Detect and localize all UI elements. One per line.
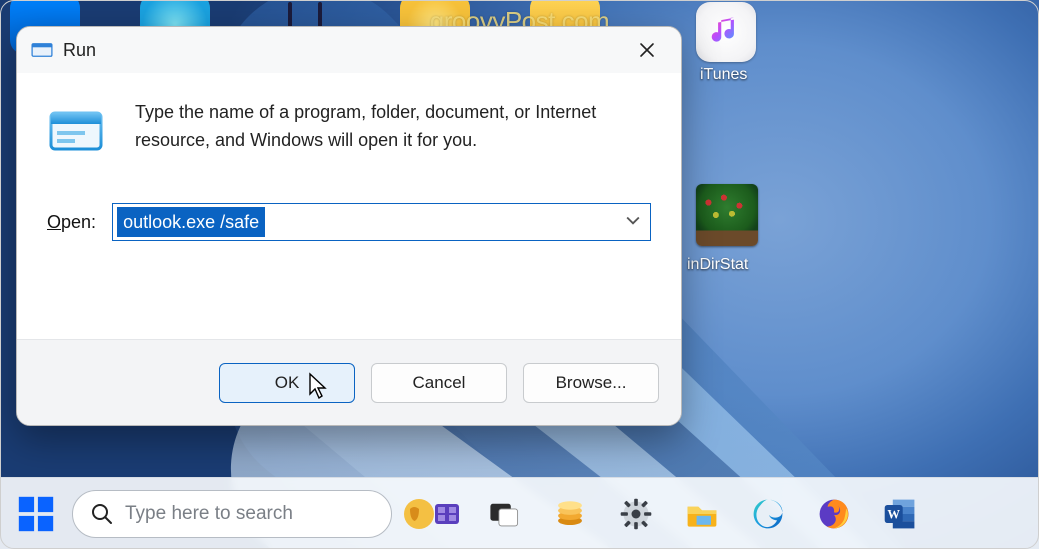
dialog-description: Type the name of a program, folder, docu… [135, 99, 651, 161]
chevron-down-icon[interactable] [626, 213, 640, 231]
taskbar: Type here to search [0, 477, 1039, 549]
cancel-button-label: Cancel [413, 373, 466, 393]
taskbar-search[interactable]: Type here to search [72, 490, 392, 538]
desktop-icon-itunes[interactable] [696, 2, 756, 62]
folder-icon [684, 496, 720, 532]
film-reel-icon [430, 497, 464, 531]
ok-button-label: OK [275, 373, 300, 393]
edge-button[interactable] [748, 494, 788, 534]
edge-icon [750, 496, 786, 532]
file-explorer-button[interactable] [682, 494, 722, 534]
coins-icon [553, 497, 587, 531]
dialog-button-bar: OK Cancel Browse... [17, 339, 681, 425]
settings-button[interactable] [616, 494, 656, 534]
desktop-icon-label: iTunes [700, 66, 747, 84]
widgets-button[interactable] [402, 497, 458, 531]
browse-button[interactable]: Browse... [523, 363, 659, 403]
desktop-icon-label: inDirStat [687, 256, 748, 274]
titlebar[interactable]: Run [17, 27, 681, 73]
cancel-button[interactable]: Cancel [371, 363, 507, 403]
search-icon [91, 503, 113, 525]
dialog-title: Run [63, 40, 96, 61]
open-label: Open: [47, 212, 96, 233]
close-button[interactable] [627, 34, 667, 66]
browse-button-label: Browse... [556, 373, 627, 393]
open-input-value[interactable]: outlook.exe /safe [117, 207, 265, 237]
open-combobox[interactable]: outlook.exe /safe [112, 203, 651, 241]
music-note-icon [707, 13, 745, 51]
run-dialog: Run T [16, 26, 682, 426]
word-icon: W [882, 496, 918, 532]
desktop-icon-windirstat[interactable] [696, 184, 758, 246]
search-placeholder: Type here to search [125, 503, 293, 525]
start-button[interactable] [8, 486, 64, 542]
run-large-icon [47, 103, 105, 161]
word-button[interactable]: W [880, 494, 920, 534]
start-icon [15, 493, 57, 535]
run-window-icon [31, 41, 53, 59]
ok-button[interactable]: OK [219, 363, 355, 403]
task-view-icon [487, 497, 521, 531]
coins-app-button[interactable] [550, 494, 590, 534]
svg-text:W: W [887, 507, 900, 521]
task-view-button[interactable] [484, 494, 524, 534]
close-icon [639, 42, 655, 58]
firefox-button[interactable] [814, 494, 854, 534]
gear-icon [618, 496, 654, 532]
firefox-icon [816, 496, 852, 532]
